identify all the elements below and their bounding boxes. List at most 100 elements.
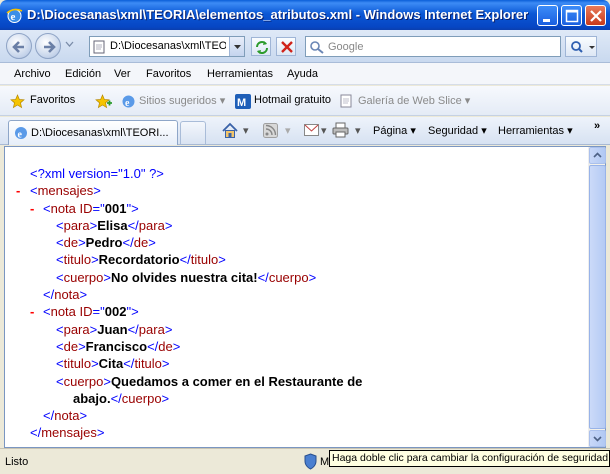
minimize-button[interactable] — [537, 5, 558, 26]
web-slice-link[interactable]: Galería de Web Slice ▾ — [358, 94, 470, 107]
web-slice-icon — [340, 94, 352, 108]
tab-row: e D:\Diocesanas\xml\TEORI... ▾ ▾ ▾ ▾ Pág… — [0, 117, 610, 145]
home-dropdown[interactable]: ▾ — [243, 124, 249, 137]
collapse-toggle[interactable]: - — [16, 182, 20, 199]
de-value: Pedro — [85, 235, 123, 251]
maximize-icon — [565, 9, 579, 23]
menu-favoritos[interactable]: Favoritos — [146, 68, 191, 80]
scroll-thumb[interactable] — [589, 165, 606, 429]
back-button[interactable] — [6, 33, 32, 59]
forward-arrow-icon — [44, 41, 56, 53]
menu-ver[interactable]: Ver — [114, 68, 131, 80]
xml-declaration-text: <?xml version="1.0" ?> — [30, 166, 164, 181]
minimize-icon — [543, 19, 550, 22]
note-id: 002 — [104, 304, 127, 320]
page-menu[interactable]: Página ▾ — [373, 124, 416, 137]
svg-text:e: e — [125, 98, 130, 109]
window-title: D:\Diocesanas\xml\TEORIA\elementos_atrib… — [27, 7, 529, 22]
page-menu-label: Página — [373, 125, 408, 137]
mail-dropdown[interactable]: ▾ — [321, 124, 327, 137]
menu-archivo[interactable]: Archivo — [14, 68, 51, 80]
collapse-toggle[interactable]: - — [30, 200, 34, 217]
xml-root-close: </mensajes> — [30, 425, 105, 441]
vertical-scrollbar[interactable] — [588, 147, 606, 447]
feeds-icon[interactable] — [263, 123, 278, 138]
xml-element-cuerpo: <cuerpo>No olvides nuestra cita!</cuerpo… — [56, 269, 317, 285]
mail-icon[interactable] — [304, 124, 319, 136]
collapse-toggle[interactable]: - — [30, 303, 34, 320]
xml-element-titulo: <titulo>Cita</titulo> — [56, 356, 170, 372]
para-value: Elisa — [97, 217, 128, 233]
close-icon — [590, 10, 602, 22]
security-menu-label: Seguridad — [428, 125, 479, 137]
print-dropdown[interactable]: ▾ — [355, 124, 361, 137]
xml-tree: <?xml version="1.0" ?> - <mensajes> - <n… — [5, 147, 589, 447]
print-icon[interactable] — [332, 122, 349, 138]
xml-element-cuerpo: <cuerpo>Quedamos a comer en el Restauran… — [56, 373, 363, 389]
tools-menu[interactable]: Herramientas ▾ — [498, 124, 573, 137]
tab-ie-icon: e — [15, 127, 27, 140]
root-tag-name: mensajes — [37, 183, 94, 199]
xml-declaration: <?xml version="1.0" ?> — [5, 165, 589, 182]
hotmail-link[interactable]: Hotmail gratuito — [254, 94, 331, 106]
chevron-down-icon — [234, 45, 241, 49]
titulo-value: Cita — [98, 356, 124, 372]
stop-button[interactable] — [276, 37, 296, 56]
status-text: Listo — [5, 456, 29, 468]
xml-note-open: - <nota ID="001"> — [30, 200, 139, 217]
de-value: Francisco — [85, 338, 148, 354]
security-menu[interactable]: Seguridad ▾ — [428, 124, 487, 137]
add-favorite-icon[interactable] — [95, 94, 112, 109]
back-arrow-icon — [12, 41, 24, 53]
search-placeholder: Google — [328, 41, 364, 53]
close-button[interactable] — [585, 5, 606, 26]
scroll-down-button[interactable] — [589, 430, 606, 447]
favorites-button[interactable]: Favoritos — [30, 94, 75, 106]
xml-note-open: - <nota ID="002"> — [30, 303, 139, 320]
tab-active[interactable]: e D:\Diocesanas\xml\TEORI... — [8, 120, 178, 145]
search-field[interactable]: Google — [305, 36, 561, 57]
address-toolbar: D:\Diocesanas\xml\TEORIA\elementos_atrib… — [0, 30, 610, 63]
menu-herramientas[interactable]: Herramientas — [207, 68, 273, 80]
svg-text:e: e — [11, 11, 16, 23]
address-dropdown-button[interactable] — [229, 37, 244, 56]
xml-element-de: <de>Pedro</de> — [56, 235, 156, 251]
xml-element-titulo: <titulo>Recordatorio</titulo> — [56, 252, 226, 268]
address-text: D:\Diocesanas\xml\TEORIA\elementos_atrib… — [110, 40, 226, 52]
tools-menu-label: Herramientas — [498, 125, 565, 137]
suggested-sites-link[interactable]: Sitios sugeridos ▾ — [139, 94, 225, 107]
arrow-down-icon — [593, 436, 602, 442]
xml-element-para: <para>Elisa</para> — [56, 217, 173, 233]
arrow-up-icon — [593, 152, 602, 158]
search-go-icon — [571, 41, 595, 53]
address-field[interactable]: D:\Diocesanas\xml\TEORIA\elementos_atrib… — [89, 36, 245, 57]
xml-root-open: - <mensajes> — [16, 182, 101, 199]
note-id: 001 — [104, 200, 127, 216]
svg-text:M: M — [237, 97, 246, 109]
stop-icon — [281, 41, 293, 53]
refresh-icon — [256, 41, 268, 54]
titulo-value: Recordatorio — [98, 252, 180, 268]
xml-note-close: </nota> — [43, 287, 88, 303]
home-icon[interactable] — [221, 122, 239, 139]
xml-element-de: <de>Francisco</de> — [56, 338, 181, 354]
new-tab-button[interactable] — [180, 121, 206, 144]
feeds-dropdown[interactable]: ▾ — [285, 124, 291, 137]
web-slice-label: Galería de Web Slice — [358, 95, 462, 107]
menu-edicion[interactable]: Edición — [65, 68, 101, 80]
maximize-button[interactable] — [561, 5, 582, 26]
hotmail-icon: M — [235, 94, 251, 109]
scroll-up-button[interactable] — [589, 147, 606, 164]
ie-page-icon: e — [122, 95, 135, 109]
forward-button[interactable] — [35, 33, 61, 59]
title-bar[interactable]: e D:\Diocesanas\xml\TEORIA\elementos_atr… — [0, 0, 610, 30]
refresh-button[interactable] — [251, 37, 271, 56]
search-go-button[interactable] — [565, 36, 597, 57]
history-dropdown-icon[interactable] — [65, 41, 74, 47]
cuerpo-value: Quedamos a comer en el Restaurante de — [110, 373, 363, 389]
menu-ayuda[interactable]: Ayuda — [287, 68, 318, 80]
toolbar-overflow-chevron[interactable]: » — [594, 120, 600, 132]
security-zone-icon[interactable] — [304, 453, 317, 470]
suggested-sites-label: Sitios sugeridos — [139, 95, 217, 107]
tab-label: D:\Diocesanas\xml\TEORI... — [31, 127, 169, 139]
